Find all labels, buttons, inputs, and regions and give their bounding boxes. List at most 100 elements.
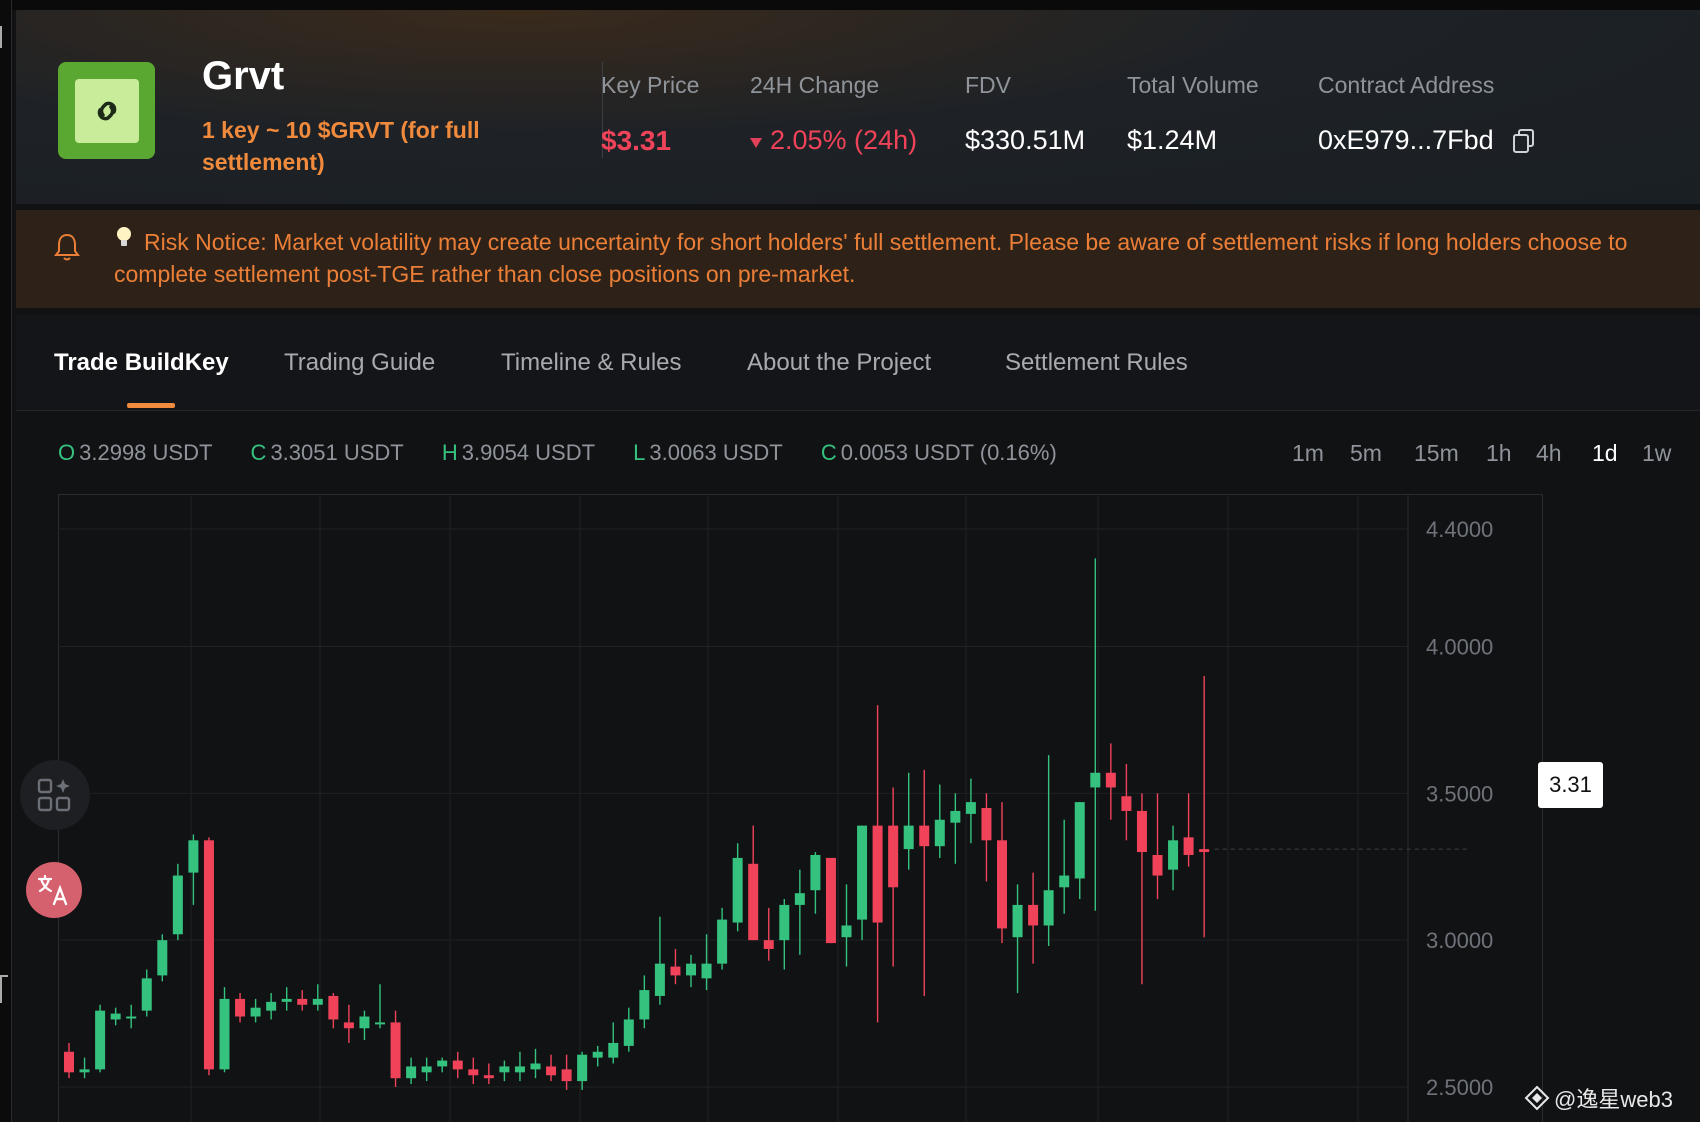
candle-body (95, 1010, 106, 1070)
tab-settlement-rules[interactable]: Settlement Rules (1005, 349, 1188, 377)
stat-24h-change: 24H Change 2.05% (24h) (750, 72, 917, 156)
candle-body (110, 1013, 121, 1020)
grid-sparkle-icon (37, 778, 71, 812)
candle-body (421, 1066, 432, 1073)
candle-body (188, 840, 199, 873)
candle-body (157, 940, 168, 976)
candle-body (359, 1016, 370, 1029)
candle-body (219, 998, 230, 1070)
bell-icon (54, 232, 80, 262)
total-volume-value: $1.24M (1127, 125, 1218, 155)
stat-label: 24H Change (750, 72, 880, 98)
candle-body (375, 1022, 385, 1025)
candle-body (608, 1042, 619, 1058)
candle-body (250, 1007, 261, 1017)
candle-body (452, 1060, 463, 1070)
y-tick-label: 3.0000 (1426, 928, 1493, 953)
edge-mark (0, 975, 8, 1003)
candle-body (997, 840, 1007, 929)
diamond-logo-icon (1524, 1085, 1550, 1111)
change-24h-value: 2.05% (24h) (770, 125, 918, 155)
project-header: Grvt 1 key ~ 10 $GRVT (for full settleme… (16, 10, 1700, 204)
candle-body (981, 808, 992, 841)
interval-4h[interactable]: 4h (1536, 440, 1562, 467)
candle-body (810, 854, 821, 891)
candle-body (732, 857, 743, 923)
candle-body (934, 819, 945, 847)
tab-about-project[interactable]: About the Project (747, 349, 931, 377)
candlestick-chart[interactable]: 4.4000 4.0000 3.5000 3.0000 2.5000 3.31 (58, 494, 1670, 1122)
y-tick-label: 2.5000 (1426, 1075, 1493, 1100)
candle-body (701, 963, 712, 979)
candle-body (825, 857, 836, 944)
candle-body (1105, 772, 1116, 788)
candle-body (343, 1022, 354, 1029)
candle-body (872, 825, 883, 923)
candle-body (763, 940, 774, 949)
stat-contract-address: Contract Address 0xE979...7Fbd (1318, 72, 1536, 156)
chart-frame (58, 494, 1543, 1122)
candle-body (79, 1069, 90, 1073)
risk-notice-banner: Risk Notice: Market volatility may creat… (16, 210, 1700, 308)
interval-selector: 1m 5m 15m 1h 4h 1d 1w (0, 440, 1700, 470)
tab-trading-guide[interactable]: Trading Guide (284, 349, 435, 377)
copy-icon[interactable] (1512, 128, 1536, 154)
active-tab-indicator (127, 403, 175, 408)
fdv-value: $330.51M (965, 125, 1086, 155)
current-price-tag: 3.31 (1538, 762, 1603, 808)
key-price-value: $3.31 (601, 125, 672, 156)
candle-body (1074, 802, 1085, 879)
interval-5m[interactable]: 5m (1350, 440, 1382, 467)
tab-bar: Trade BuildKey Trading Guide Timeline & … (16, 315, 1700, 411)
edge-mark (0, 26, 6, 48)
candle-body (312, 998, 323, 1005)
candle-body (639, 990, 650, 1020)
stat-total-volume: Total Volume $1.24M (1127, 72, 1259, 156)
candle-body (670, 966, 681, 976)
candle-body (748, 863, 759, 941)
candle-body (64, 1051, 74, 1073)
candle-body (950, 810, 961, 823)
risk-notice-text: Risk Notice: Market volatility may creat… (114, 229, 1628, 287)
candle-body (592, 1051, 603, 1058)
candle-body (686, 963, 696, 976)
candle-body (1012, 904, 1023, 938)
interval-1d[interactable]: 1d (1592, 440, 1618, 467)
candle-body (577, 1054, 588, 1082)
candle-body (530, 1063, 541, 1070)
candle-body (203, 840, 214, 1070)
candle-body (499, 1066, 510, 1073)
candle-body (172, 875, 183, 935)
watermark: @逸星web3 (1524, 1082, 1673, 1114)
candle-body (235, 998, 246, 1017)
candle-body (468, 1069, 479, 1076)
candle-body (1059, 875, 1070, 888)
candle-body (1168, 840, 1179, 870)
translate-button[interactable] (26, 862, 82, 918)
stat-label: Total Volume (1127, 72, 1259, 98)
project-name: Grvt (202, 54, 285, 98)
candle-body (903, 825, 914, 850)
widget-grid-button[interactable] (20, 760, 90, 830)
candle-body (919, 825, 930, 847)
interval-15m[interactable]: 15m (1414, 440, 1459, 467)
interval-1m[interactable]: 1m (1292, 440, 1324, 467)
chart-canvas[interactable]: 4.4000 4.0000 3.5000 3.0000 2.5000 (58, 494, 1670, 1122)
candle-body (888, 825, 899, 888)
contract-address-value: 0xE979...7Fbd (1318, 125, 1494, 155)
candle-body (1183, 837, 1194, 855)
candle-body (437, 1060, 448, 1067)
interval-1w[interactable]: 1w (1642, 440, 1671, 467)
candle-body (1121, 796, 1132, 811)
candle-body (1028, 904, 1039, 926)
tab-timeline-rules[interactable]: Timeline & Rules (501, 349, 682, 377)
candle-body (514, 1066, 525, 1073)
project-logo (58, 62, 155, 159)
interval-1h[interactable]: 1h (1486, 440, 1512, 467)
stat-label: FDV (965, 72, 1011, 98)
stat-fdv: FDV $330.51M (965, 72, 1085, 156)
change-value-row: 2.05% (24h) (750, 125, 917, 156)
tab-trade-buildkey[interactable]: Trade BuildKey (54, 349, 229, 377)
candle-body (141, 978, 152, 1011)
candle-body (561, 1069, 572, 1082)
